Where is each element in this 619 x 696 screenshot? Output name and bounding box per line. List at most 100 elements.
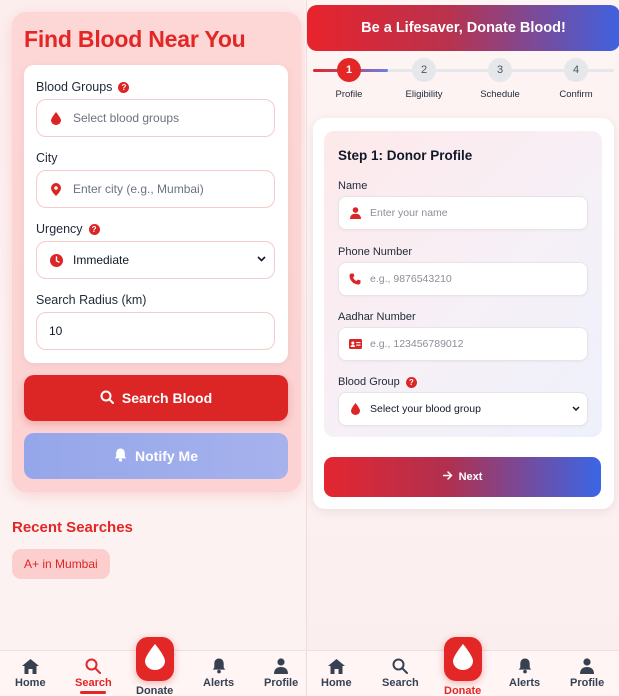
radius-input[interactable]: 10 <box>36 312 275 350</box>
nav-profile-label: Profile <box>264 677 299 689</box>
nav-donate[interactable] <box>136 637 174 681</box>
bottom-nav: Home Search Donate Alerts Profile <box>0 637 305 696</box>
step-profile[interactable]: 1 Profile <box>319 58 379 100</box>
step-label: Profile <box>335 89 363 100</box>
nav-search-label: Search <box>382 677 419 689</box>
notify-me-label: Notify Me <box>135 448 198 464</box>
aadhar-input[interactable]: e.g., 123456789012 <box>338 327 588 361</box>
name-input[interactable]: Enter your name <box>338 196 588 230</box>
nav-alerts[interactable]: Alerts <box>203 657 234 689</box>
nav-alerts[interactable]: Alerts <box>509 657 540 689</box>
urgency-label-text: Urgency <box>36 222 83 236</box>
user-icon <box>580 657 595 675</box>
bell-icon <box>114 448 127 465</box>
search-icon <box>85 657 102 675</box>
radius-label: Search Radius (km) <box>36 293 147 307</box>
urgency-label: Urgency ? <box>36 222 100 236</box>
step-number: 2 <box>412 58 436 82</box>
active-indicator <box>80 691 107 694</box>
aadhar-placeholder: e.g., 123456789012 <box>370 338 464 350</box>
home-icon <box>327 657 345 675</box>
step-number: 4 <box>564 58 588 82</box>
blood-groups-label-text: Blood Groups <box>36 80 113 94</box>
recent-search-chip[interactable]: A+ in Mumbai <box>12 549 110 579</box>
nav-home[interactable]: Home <box>15 657 46 689</box>
notify-me-button[interactable]: Notify Me <box>24 433 288 479</box>
location-pin-icon <box>49 182 63 196</box>
user-icon <box>274 657 289 675</box>
step-schedule[interactable]: 3 Schedule <box>470 58 530 100</box>
search-blood-label: Search Blood <box>121 390 213 406</box>
blood-group-value: Select your blood group <box>370 403 481 415</box>
nav-search[interactable]: Search <box>382 657 419 689</box>
donor-form-card: Step 1: Donor Profile Name Enter your na… <box>313 118 614 509</box>
blood-drop-icon <box>348 403 362 415</box>
step-confirm[interactable]: 4 Confirm <box>546 58 606 100</box>
arrow-right-icon <box>442 471 453 483</box>
blood-drop-icon <box>145 643 165 675</box>
name-placeholder: Enter your name <box>370 207 448 219</box>
blood-groups-label: Blood Groups ? <box>36 80 130 94</box>
nav-home-label: Home <box>15 677 46 689</box>
chevron-down-icon <box>572 404 580 413</box>
nav-alerts-label: Alerts <box>509 677 541 689</box>
blood-group-label: Blood Group ? <box>338 376 417 388</box>
phone-placeholder: e.g., 9876543210 <box>370 273 452 285</box>
urgency-value: Immediate <box>73 253 130 267</box>
urgency-select[interactable]: Immediate <box>36 241 275 279</box>
id-card-icon <box>348 339 362 349</box>
search-card: Find Blood Near You Blood Groups ? Selec… <box>12 12 301 492</box>
nav-donate-label[interactable]: Donate <box>136 685 173 696</box>
search-screen: Find Blood Near You Blood Groups ? Selec… <box>0 0 305 696</box>
phone-input[interactable]: e.g., 9876543210 <box>338 262 588 296</box>
next-label: Next <box>458 471 483 483</box>
step-number: 3 <box>488 58 512 82</box>
search-icon <box>100 390 114 407</box>
recent-searches-title: Recent Searches <box>12 519 133 536</box>
nav-home[interactable]: Home <box>321 657 352 689</box>
nav-profile[interactable]: Profile <box>570 657 604 689</box>
city-label: City <box>36 151 58 165</box>
next-button[interactable]: Next <box>324 457 601 497</box>
blood-group-select[interactable]: Select your blood group <box>338 392 588 426</box>
step-number: 1 <box>337 58 361 82</box>
step-label: Confirm <box>559 89 593 100</box>
city-input[interactable]: Enter city (e.g., Mumbai) <box>36 170 275 208</box>
page-title: Find Blood Near You <box>24 26 246 52</box>
blood-group-label-text: Blood Group <box>338 376 400 388</box>
help-icon[interactable]: ? <box>88 223 100 235</box>
blood-drop-icon <box>453 643 473 675</box>
bottom-nav: Home Search Donate Alerts Profile <box>307 637 619 696</box>
bell-icon <box>518 657 532 675</box>
nav-search[interactable]: Search <box>75 657 112 694</box>
aadhar-label: Aadhar Number <box>338 311 416 323</box>
step-label: Eligibility <box>405 89 443 100</box>
clock-icon <box>49 253 63 267</box>
nav-alerts-label: Alerts <box>203 677 235 689</box>
phone-icon <box>348 273 362 285</box>
blood-drop-icon <box>49 111 63 125</box>
search-blood-button[interactable]: Search Blood <box>24 375 288 421</box>
phone-label: Phone Number <box>338 246 412 258</box>
blood-groups-select[interactable]: Select blood groups <box>36 99 275 137</box>
nav-profile-label: Profile <box>570 677 605 689</box>
home-icon <box>21 657 39 675</box>
nav-home-label: Home <box>321 677 352 689</box>
donate-banner: Be a Lifesaver, Donate Blood! <box>307 5 619 51</box>
step-title: Step 1: Donor Profile <box>338 148 473 163</box>
nav-donate[interactable] <box>444 637 482 681</box>
nav-profile[interactable]: Profile <box>264 657 298 689</box>
donor-profile-section: Step 1: Donor Profile Name Enter your na… <box>324 131 602 437</box>
nav-donate-label[interactable]: Donate <box>444 685 481 696</box>
bell-icon <box>212 657 226 675</box>
help-icon[interactable]: ? <box>118 81 130 93</box>
step-eligibility[interactable]: 2 Eligibility <box>394 58 454 100</box>
blood-groups-placeholder: Select blood groups <box>73 111 180 125</box>
name-label: Name <box>338 180 368 192</box>
search-icon <box>392 657 409 675</box>
help-icon[interactable]: ? <box>405 376 417 388</box>
nav-search-label: Search <box>75 677 112 689</box>
chevron-down-icon <box>257 254 266 264</box>
donate-screen: Be a Lifesaver, Donate Blood! 1 Profile … <box>306 0 619 696</box>
search-form: Blood Groups ? Select blood groups City … <box>24 65 288 363</box>
